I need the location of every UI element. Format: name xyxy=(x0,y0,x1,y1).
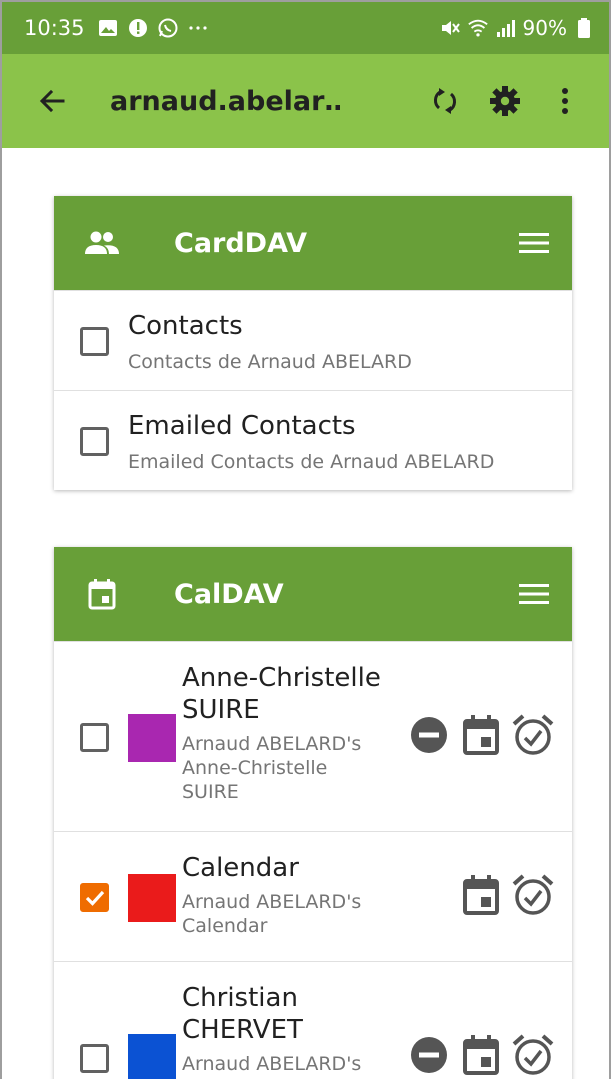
addressbook-subtitle: Emailed Contacts de Arnaud ABELARD xyxy=(128,451,495,473)
sync-button[interactable] xyxy=(415,71,475,131)
addressbook-title: Contacts xyxy=(128,311,243,341)
battery-percent: 90% xyxy=(522,16,567,40)
hamburger-menu-icon xyxy=(519,584,549,604)
carddav-card: CardDAV Contacts Contacts de Arnaud ABEL… xyxy=(54,196,572,490)
sync-tasks-alarm-icon xyxy=(510,712,556,758)
anne-christelle-checkbox[interactable] xyxy=(80,723,109,752)
calendar-item-calendar[interactable]: Calendar Arnaud ABELARD's Calendar xyxy=(54,831,572,961)
settings-icon xyxy=(490,86,520,116)
wifi-icon xyxy=(467,17,489,39)
addressbook-item-emailed-contacts[interactable]: Emailed Contacts Emailed Contacts de Arn… xyxy=(54,390,572,490)
app-bar: arnaud.abelar… xyxy=(2,54,609,148)
addressbook-item-contacts[interactable]: Contacts Contacts de Arnaud ABELARD xyxy=(54,290,572,390)
calendar-icon xyxy=(82,574,122,614)
hamburger-menu-icon xyxy=(519,233,549,253)
carddav-title: CardDAV xyxy=(174,227,308,259)
calendar-color-swatch xyxy=(128,1034,176,1079)
status-time: 10:35 xyxy=(24,16,85,40)
addressbook-title: Emailed Contacts xyxy=(128,411,356,441)
calendar-subtitle: Arnaud ABELARD's Calendar xyxy=(182,891,362,937)
alert-icon xyxy=(127,17,149,39)
status-bar: 10:35 90% xyxy=(2,2,609,54)
caldav-menu-button[interactable] xyxy=(510,570,558,618)
sync-tasks-alarm-icon xyxy=(510,872,556,918)
sync-calendar-icon xyxy=(458,872,504,918)
calendar-item-christian-chervet[interactable]: Christian CHERVET Arnaud ABELARD's xyxy=(54,961,572,1079)
calendar-subtitle: Arnaud ABELARD's xyxy=(182,1053,362,1075)
calendar-title: Christian CHERVET xyxy=(182,983,303,1045)
checkmark-icon xyxy=(85,890,105,906)
sync-tasks-alarm-icon xyxy=(510,1032,556,1078)
settings-button[interactable] xyxy=(475,71,535,131)
carddav-header: CardDAV xyxy=(54,196,572,290)
arrow-back-icon xyxy=(39,89,65,113)
mute-icon xyxy=(439,17,461,39)
caldav-header: CalDAV xyxy=(54,547,572,641)
contacts-checkbox[interactable] xyxy=(80,327,109,356)
screen: 10:35 90% arnaud.abelar… CardDAV Contact… xyxy=(0,0,611,1079)
calendar-color-swatch xyxy=(128,714,176,762)
christian-checkbox[interactable] xyxy=(80,1044,109,1073)
whatsapp-icon xyxy=(157,17,179,39)
overflow-menu-button[interactable] xyxy=(535,71,595,131)
people-icon xyxy=(82,223,122,263)
battery-icon xyxy=(573,17,595,39)
calendar-color-swatch xyxy=(128,874,176,922)
emailed-contacts-checkbox[interactable] xyxy=(80,427,109,456)
calendar-title: Calendar xyxy=(182,853,299,883)
account-title: arnaud.abelar… xyxy=(110,85,340,117)
more-dots-icon xyxy=(187,17,209,39)
read-only-icon xyxy=(406,712,452,758)
calendar-subtitle: Arnaud ABELARD's Anne-Christelle SUIRE xyxy=(182,733,362,803)
calendar-title: Anne-Christelle SUIRE xyxy=(182,663,381,725)
caldav-card: CalDAV Anne-Christelle SUIRE Arnaud ABEL… xyxy=(54,547,572,1079)
addressbook-subtitle: Contacts de Arnaud ABELARD xyxy=(128,351,412,373)
overflow-menu-icon xyxy=(562,88,568,114)
image-icon xyxy=(97,17,119,39)
caldav-title: CalDAV xyxy=(174,578,284,610)
sync-icon xyxy=(433,88,457,114)
sync-calendar-icon xyxy=(458,712,504,758)
calendar-checkbox[interactable] xyxy=(80,883,109,912)
read-only-icon xyxy=(406,1032,452,1078)
back-button[interactable] xyxy=(24,73,80,129)
sync-calendar-icon xyxy=(458,1032,504,1078)
carddav-menu-button[interactable] xyxy=(510,219,558,267)
signal-icon xyxy=(495,17,517,39)
calendar-item-anne-christelle-suire[interactable]: Anne-Christelle SUIRE Arnaud ABELARD's A… xyxy=(54,641,572,831)
